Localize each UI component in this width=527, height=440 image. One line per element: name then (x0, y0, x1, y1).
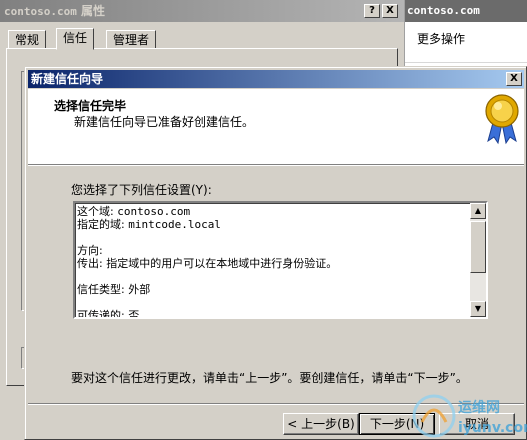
settings-line-label: 这个域: (77, 205, 114, 218)
settings-line-label: 可传递的: (77, 309, 125, 319)
more-actions-link[interactable]: 更多操作 (417, 30, 465, 47)
wizard-title: 新建信任向导 (31, 72, 104, 86)
certificate-badge-icon (485, 94, 519, 145)
selection-label: 您选择了下列信任设置(Y): (71, 183, 212, 197)
settings-line: 方向: (77, 244, 471, 257)
new-trust-wizard-dialog: 新建信任向导 X 选择信任完毕 新建信任向导已准备好创建信任。 您选择了下列信任… (24, 66, 527, 440)
settings-line: 指定的域: mintcode.local (77, 218, 471, 231)
properties-title-suffix: 属性 (76, 4, 106, 18)
bottom-instruction: 要对这个信任进行更改，请单击“上一步”。要创建信任，请单击“下一步”。 (71, 371, 468, 385)
settings-line-value: 指定域中的用户可以在本地域中进行身份验证。 (106, 257, 338, 270)
settings-line (77, 231, 471, 244)
properties-titlebar: contoso.com 属性 ? X (0, 0, 404, 22)
actions-panel-header: contoso.com (405, 0, 527, 22)
settings-line-value: contoso.com (117, 205, 191, 218)
settings-line-value: 否 (128, 309, 140, 319)
actions-separator (405, 62, 527, 63)
wizard-header: 选择信任完毕 新建信任向导已准备好创建信任。 (28, 89, 524, 165)
wizard-heading: 选择信任完毕 (54, 99, 127, 113)
settings-line-label: 传出: (77, 257, 103, 270)
back-button[interactable]: < 上一步(B) (283, 413, 359, 435)
properties-close-button[interactable]: X (382, 4, 398, 18)
settings-scrollbar[interactable]: ▲ ▼ (470, 203, 486, 317)
settings-line (77, 270, 471, 283)
help-button[interactable]: ? (364, 4, 380, 18)
watermark-domain: iyunv.com (458, 420, 527, 436)
settings-line-value: mintcode.local (128, 218, 221, 231)
wizard-subheading: 新建信任向导已准备好创建信任。 (74, 115, 255, 129)
scroll-thumb[interactable] (470, 221, 486, 273)
settings-line: 可传递的: 否 (77, 309, 471, 319)
settings-line-value: 外部 (128, 283, 151, 296)
watermark-logo: 运维网 iyunv.com (412, 394, 527, 438)
trust-settings-textbox[interactable]: 这个域: contoso.com 指定的域: mintcode.local 方向: 传… (73, 201, 488, 319)
settings-line: 信任类型: 外部 (77, 283, 471, 296)
settings-line: 传出: 指定域中的用户可以在本地域中进行身份验证。 (77, 257, 471, 270)
tab-general[interactable]: 常规 (8, 30, 47, 49)
settings-line (77, 296, 471, 309)
watermark-text: 运维网 (458, 399, 500, 416)
tab-trust[interactable]: 信任 (56, 28, 95, 50)
wizard-close-button[interactable]: X (506, 72, 522, 86)
settings-line: 这个域: contoso.com (77, 205, 471, 218)
settings-line-label: 信任类型: (77, 283, 125, 296)
trust-settings-text: 这个域: contoso.com 指定的域: mintcode.local 方向: 传… (77, 205, 471, 319)
properties-title-domain: contoso.com (4, 5, 77, 18)
scroll-down-button[interactable]: ▼ (470, 301, 486, 317)
tab-managed-by[interactable]: 管理者 (106, 30, 157, 49)
settings-line-label: 方向: (77, 244, 103, 257)
wizard-titlebar: 新建信任向导 X (28, 70, 524, 88)
scroll-up-button[interactable]: ▲ (470, 203, 486, 219)
settings-line-label: 指定的域: (77, 218, 125, 231)
